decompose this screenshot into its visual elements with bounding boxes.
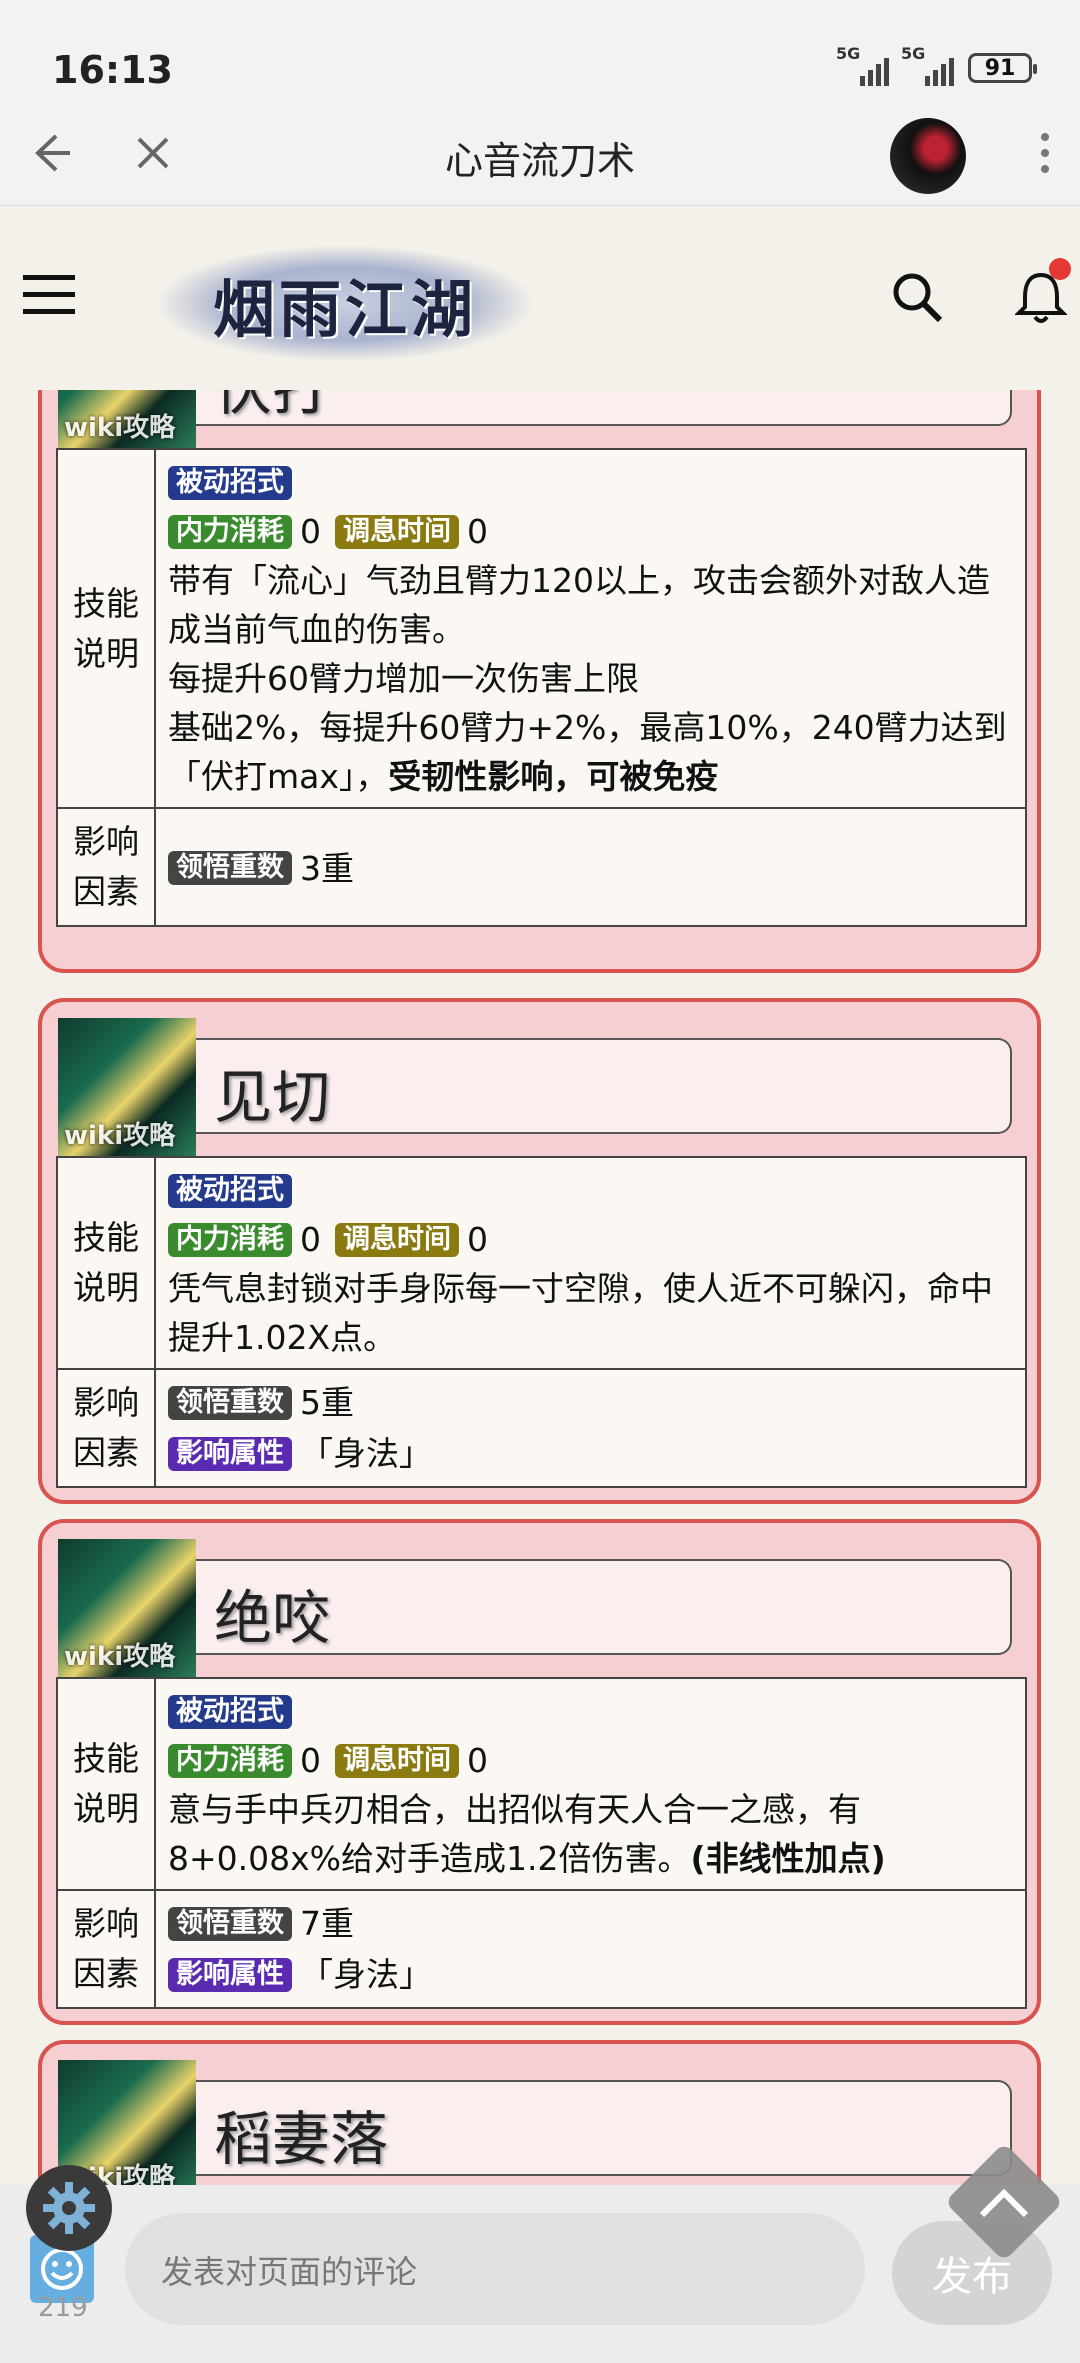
lingwu-tag: 领悟重数 bbox=[168, 851, 292, 885]
comment-count: 219 bbox=[38, 2293, 88, 2323]
row-label: 技能 说明 bbox=[58, 1158, 156, 1368]
passive-tag: 被动招式 bbox=[168, 1173, 292, 1208]
notification-dot bbox=[1049, 258, 1071, 280]
comment-input[interactable]: 发表对页面的评论 bbox=[125, 2213, 865, 2325]
row-label: 影响 因素 bbox=[58, 809, 156, 925]
lingwu-tag: 领悟重数 bbox=[168, 1385, 292, 1420]
app-title-bar: 心音流刀术 bbox=[0, 100, 1080, 206]
skill-factors: 领悟重数 5重 影响属性 「身法」 bbox=[156, 1370, 1025, 1486]
neili-tag: 内力消耗 bbox=[168, 514, 292, 549]
row-label: 技能 说明 bbox=[58, 450, 156, 807]
skill-icon: wiki攻略 bbox=[58, 1539, 196, 1677]
passive-tag: 被动招式 bbox=[168, 465, 292, 500]
battery-icon: 91 bbox=[968, 53, 1037, 83]
menu-icon[interactable] bbox=[22, 268, 76, 322]
chevron-up-icon bbox=[962, 2160, 1046, 2244]
neili-tag: 内力消耗 bbox=[168, 1743, 292, 1778]
skill-factor-row: 影响 因素 领悟重数 7重 影响属性 「身法」 bbox=[58, 1889, 1025, 2007]
skill-table: 技能 说明 被动招式 内力消耗 0 调息时间 0 凭气息封锁对手身际每一寸空隙，使人近不… bbox=[56, 1156, 1027, 1488]
skill-desc: 被动招式 内力消耗 0 调息时间 0 意与手中兵刃相合，出招似有天人合一之感，有8+0… bbox=[168, 1694, 886, 1878]
search-icon[interactable] bbox=[890, 270, 944, 324]
skill-header: wiki攻略 伏打 bbox=[58, 390, 1018, 448]
gear-icon bbox=[43, 2182, 95, 2234]
skill-name-box: 稻妻落 bbox=[196, 2080, 1012, 2176]
skill-icon: wiki攻略 bbox=[58, 390, 196, 448]
comment-bar: 219 发表对页面的评论 发布 bbox=[0, 2185, 1080, 2363]
lingwu-tag: 领悟重数 bbox=[168, 1906, 292, 1941]
signal-icon-2: 5G bbox=[901, 44, 954, 86]
skill-factors: 领悟重数 7重 影响属性 「身法」 bbox=[156, 1891, 1025, 2007]
skill-card: wiki攻略 见切 技能 说明 被动招式 内力消耗 0 调息时间 0 凭气息封锁对手身际… bbox=[38, 998, 1041, 1504]
skill-name-box: 伏打 bbox=[196, 390, 1012, 426]
neili-tag: 内力消耗 bbox=[168, 1222, 292, 1257]
skill-table: 技能 说明 被动招式 内力消耗 0 调息时间 0 带有「流心」气劲且臂力120以上，攻击… bbox=[56, 448, 1027, 927]
skill-name: 稻妻落 bbox=[214, 2105, 389, 2173]
skill-desc: 被动招式 内力消耗 0 调息时间 0 带有「流心」气劲且臂力120以上，攻击会额外对敌… bbox=[168, 465, 1007, 796]
skill-factor-row: 影响 因素 领悟重数 5重 影响属性 「身法」 bbox=[58, 1368, 1025, 1486]
skill-factors: 领悟重数 3重 bbox=[156, 809, 1025, 925]
skill-name: 伏打 bbox=[214, 390, 330, 426]
tiaoxi-tag: 调息时间 bbox=[335, 1743, 459, 1778]
skill-icon: wiki攻略 bbox=[58, 1018, 196, 1156]
site-header: 烟雨江湖 bbox=[0, 206, 1080, 391]
skill-factor-row: 影响 因素 领悟重数 3重 bbox=[58, 807, 1025, 925]
desc-bold: (非线性加点) bbox=[690, 1839, 886, 1878]
skill-name: 见切 bbox=[214, 1063, 331, 1131]
skill-card: wiki攻略 稻妻落 bbox=[38, 2040, 1041, 2185]
attr-tag: 影响属性 bbox=[168, 1436, 292, 1471]
avatar[interactable] bbox=[890, 118, 966, 194]
skill-header: wiki攻略 绝咬 bbox=[58, 1539, 1018, 1677]
skill-card: wiki攻略 伏打 技能说明 被动招式 内力消耗0调息时间0 带有「流心」气劲且… bbox=[38, 390, 1041, 973]
status-time: 16:13 bbox=[52, 48, 173, 92]
tiaoxi-tag: 调息时间 bbox=[335, 1222, 459, 1257]
skill-name: 绝咬 bbox=[214, 1584, 331, 1652]
scroll-top-button[interactable] bbox=[944, 2142, 1064, 2262]
desc-line: 带有「流心」气劲且臂力120以上，攻击会额外对敌人造成当前气血的伤害。 bbox=[168, 561, 990, 649]
skill-card: wiki攻略 绝咬 技能 说明 被动招式 内力消耗 0 调息时间 0 意与手中兵刃相合，… bbox=[38, 1519, 1041, 2025]
skill-header: wiki攻略 见切 bbox=[58, 1018, 1018, 1156]
settings-fab[interactable] bbox=[26, 2165, 112, 2251]
desc-bold: 受韧性影响，可被免疫 bbox=[388, 757, 719, 796]
desc-line: 凭气息封锁对手身际每一寸空隙，使人近不可躲闪，命中提升1.02X点。 bbox=[168, 1269, 993, 1357]
signal-icon: 5G bbox=[836, 44, 889, 86]
skill-list: wiki攻略 伏打 技能说明 被动招式 内力消耗0调息时间0 带有「流心」气劲且… bbox=[0, 390, 1080, 2185]
attr-tag: 影响属性 bbox=[168, 1957, 292, 1992]
skill-name-box: 见切 bbox=[196, 1038, 1012, 1134]
skill-name-box: 绝咬 bbox=[196, 1559, 1012, 1655]
skill-header: wiki攻略 稻妻落 bbox=[58, 2060, 1018, 2185]
skill-desc-row: 技能 说明 被动招式 内力消耗 0 调息时间 0 带有「流心」气劲且臂力120以上，攻击… bbox=[58, 450, 1025, 807]
skill-desc-row: 技能 说明 被动招式 内力消耗 0 调息时间 0 凭气息封锁对手身际每一寸空隙，使人近不… bbox=[58, 1158, 1025, 1368]
desc-line: 每提升60臂力增加一次伤害上限 bbox=[168, 659, 639, 698]
more-vert-icon[interactable] bbox=[1018, 126, 1072, 180]
skill-table: 技能 说明 被动招式 内力消耗 0 调息时间 0 意与手中兵刃相合，出招似有天人合一之感… bbox=[56, 1677, 1027, 2009]
status-icons: 5G 5G 91 bbox=[836, 44, 1037, 86]
row-label: 技能 说明 bbox=[58, 1679, 156, 1889]
skill-desc: 被动招式 内力消耗 0 调息时间 0 凭气息封锁对手身际每一寸空隙，使人近不可躲闪，命… bbox=[168, 1173, 993, 1357]
passive-tag: 被动招式 bbox=[168, 1694, 292, 1729]
row-label: 影响 因素 bbox=[58, 1891, 156, 2007]
tiaoxi-tag: 调息时间 bbox=[335, 514, 459, 549]
comment-placeholder: 发表对页面的评论 bbox=[161, 2253, 418, 2291]
skill-desc-row: 技能 说明 被动招式 内力消耗 0 调息时间 0 意与手中兵刃相合，出招似有天人合一之感… bbox=[58, 1679, 1025, 1889]
row-label: 影响 因素 bbox=[58, 1370, 156, 1486]
site-logo[interactable]: 烟雨江湖 bbox=[160, 246, 530, 361]
